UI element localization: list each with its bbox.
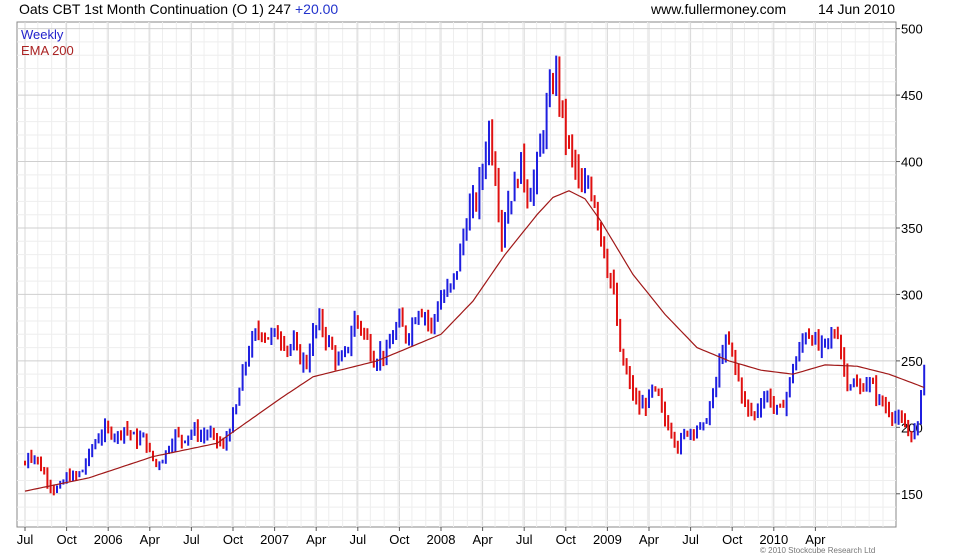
x-tick-label: 2007 (260, 532, 289, 547)
y-tick-label: 500 (901, 22, 923, 37)
x-tick-label: Jul (349, 532, 366, 547)
chart-legend: Weekly EMA 200 (21, 27, 74, 59)
x-tick-label: Apr (639, 532, 660, 547)
x-tick-label: Oct (223, 532, 244, 547)
x-tick-label: Apr (472, 532, 493, 547)
x-tick-label: Apr (805, 532, 826, 547)
x-tick-label: 2009 (593, 532, 622, 547)
copyright-note: © 2010 Stockcube Research Ltd (760, 546, 876, 555)
legend-ema: EMA 200 (21, 43, 74, 58)
x-tick-label: Apr (306, 532, 327, 547)
x-tick-label: Jul (516, 532, 533, 547)
x-tick-label: 2010 (759, 532, 788, 547)
y-tick-label: 300 (901, 287, 923, 302)
x-tick-label: Jul (17, 532, 34, 547)
x-tick-label: Jul (682, 532, 699, 547)
y-tick-label: 250 (901, 354, 923, 369)
x-tick-label: 2008 (427, 532, 456, 547)
y-tick-label: 400 (901, 155, 923, 170)
x-tick-label: Oct (722, 532, 743, 547)
legend-weekly: Weekly (21, 27, 64, 42)
y-tick-label: 450 (901, 88, 923, 103)
y-tick-label: 350 (901, 221, 923, 236)
x-tick-label: Apr (140, 532, 161, 547)
x-tick-label: Oct (389, 532, 410, 547)
x-tick-label: Oct (56, 532, 77, 547)
y-tick-label: 150 (901, 487, 923, 502)
price-chart: Jul Oct 2006 Apr Jul Oct 2007 Apr Jul Oct 2008 Apr J… (16, 21, 926, 547)
x-tick-label: Jul (183, 532, 200, 547)
x-tick-label: 2006 (94, 532, 123, 547)
x-tick-label: Oct (556, 532, 577, 547)
